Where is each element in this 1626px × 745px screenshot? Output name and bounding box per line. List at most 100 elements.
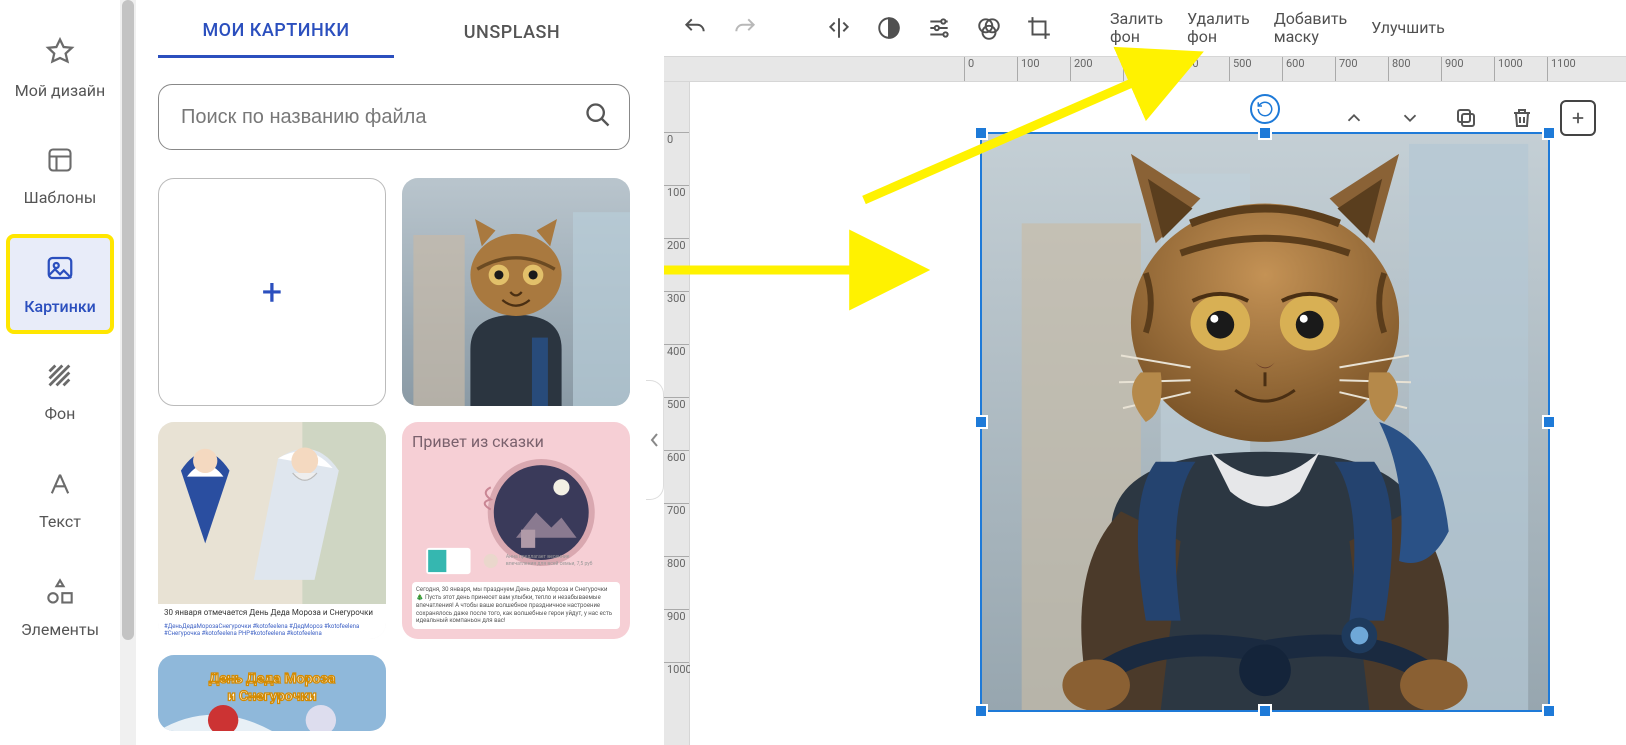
- delete-button[interactable]: [1504, 100, 1540, 136]
- tab-unsplash[interactable]: UNSPLASH: [394, 8, 630, 57]
- star-icon: [45, 37, 75, 71]
- canvas-area: Залить фон Удалить фон Добавить маску Ул…: [664, 0, 1626, 745]
- nav-templates[interactable]: Шаблоны: [6, 126, 114, 226]
- ruler-h-tick: 1100: [1547, 57, 1576, 81]
- ruler-v-tick: 800: [664, 556, 689, 570]
- nav-background-label: Фон: [45, 404, 76, 423]
- nav-my-design[interactable]: Мой дизайн: [6, 18, 114, 118]
- ruler-v-tick: 700: [664, 503, 689, 517]
- banner-text: День Деда Мороза: [209, 671, 336, 687]
- resize-handle-ml[interactable]: [974, 415, 988, 429]
- images-panel: МОИ КАРТИНКИ UNSPLASH +: [136, 0, 646, 745]
- ruler-v-tick: 100: [664, 185, 689, 199]
- thumb-grid: +: [158, 178, 630, 731]
- contrast-icon: [876, 15, 902, 41]
- ruler-h-tick: 100: [1017, 57, 1040, 81]
- enhance-button[interactable]: Улучшить: [1371, 19, 1445, 37]
- left-sidebar: Мой дизайн Шаблоны Картинки Фон Текст Эл…: [0, 0, 120, 745]
- plus-icon: +: [262, 271, 282, 313]
- selected-image[interactable]: [980, 132, 1550, 712]
- ruler-h-tick: 300: [1123, 57, 1146, 81]
- nav-background[interactable]: Фон: [6, 342, 114, 442]
- top-toolbar: Залить фон Удалить фон Добавить маску Ул…: [664, 0, 1626, 56]
- collapse-handle: [646, 0, 664, 745]
- fairy-caption: Сегодня, 30 января, мы празднуем День де…: [412, 582, 620, 629]
- ruler-h-tick: 700: [1335, 57, 1358, 81]
- thumb-cat[interactable]: [402, 178, 630, 406]
- add-mask-button[interactable]: Добавить маску: [1274, 10, 1347, 47]
- layer-down-button[interactable]: [1392, 100, 1428, 136]
- resize-handle-mr[interactable]: [1542, 415, 1556, 429]
- sliders-icon: [926, 15, 952, 41]
- nav-elements[interactable]: Элементы: [6, 558, 114, 658]
- fairy-title: Привет из сказки: [412, 432, 620, 451]
- thumb-winter-tags: #ДеньДедаМорозаСнегурочки #kotofeelena #…: [158, 621, 386, 639]
- images-tabs: МОИ КАРТИНКИ UNSPLASH: [158, 0, 630, 64]
- ruler-h-tick: 500: [1229, 57, 1252, 81]
- ruler-h-tick: 0: [964, 57, 974, 81]
- resize-handle-bm[interactable]: [1258, 704, 1272, 718]
- ruler-h-tick: 400: [1176, 57, 1199, 81]
- add-image-button[interactable]: +: [158, 178, 386, 406]
- ruler-h-tick: 900: [1441, 57, 1464, 81]
- ruler-h-tick: 600: [1282, 57, 1305, 81]
- thumb-fairy[interactable]: Привет из сказки Анна предлагает весенни…: [402, 422, 630, 639]
- collapse-button[interactable]: [646, 380, 664, 500]
- chevron-down-icon: [1399, 107, 1421, 129]
- nav-scrollbar[interactable]: [120, 0, 136, 745]
- rotate-handle[interactable]: [1250, 94, 1280, 124]
- nav-images[interactable]: Картинки: [6, 234, 114, 334]
- elements-icon: [46, 578, 74, 610]
- crop-button[interactable]: [1026, 15, 1052, 41]
- nav-templates-label: Шаблоны: [24, 188, 97, 207]
- adjust-button[interactable]: [926, 15, 952, 41]
- search-input[interactable]: [158, 84, 630, 150]
- floating-tools: [1336, 100, 1596, 136]
- svg-text:и Снегурочки: и Снегурочки: [228, 689, 317, 705]
- resize-handle-bl[interactable]: [974, 704, 988, 718]
- search-wrap: [158, 84, 630, 150]
- chevron-up-icon: [1343, 107, 1365, 129]
- ruler-h-tick: 200: [1070, 57, 1093, 81]
- thumb-banner[interactable]: День Деда Мороза и Снегурочки: [158, 655, 386, 731]
- resize-handle-tl[interactable]: [974, 126, 988, 140]
- ruler-horizontal: 0 100 200 300 400 500 600 700 800 900 10…: [664, 56, 1626, 82]
- nav-text[interactable]: Текст: [6, 450, 114, 550]
- plus-icon: [1569, 109, 1587, 127]
- undo-icon: [682, 15, 708, 41]
- nav-elements-label: Элементы: [21, 620, 99, 639]
- layer-up-button[interactable]: [1336, 100, 1372, 136]
- duplicate-button[interactable]: [1448, 100, 1484, 136]
- venn-icon: [976, 15, 1002, 41]
- background-icon: [46, 362, 74, 394]
- flip-button[interactable]: [826, 15, 852, 41]
- contrast-button[interactable]: [876, 15, 902, 41]
- nav-my-design-label: Мой дизайн: [15, 81, 105, 100]
- nav-scrollbar-thumb[interactable]: [122, 0, 134, 640]
- templates-icon: [46, 146, 74, 178]
- trash-icon: [1510, 106, 1534, 130]
- rotate-icon: [1256, 100, 1274, 118]
- chevron-left-icon: [650, 432, 660, 448]
- redo-button[interactable]: [732, 15, 758, 41]
- svg-text:впечатления для всей семьи, 7,: впечатления для всей семьи, 7,5 руб: [506, 560, 593, 567]
- ruler-v-tick: 400: [664, 344, 689, 358]
- ruler-v-tick: 1000: [664, 662, 689, 676]
- undo-button[interactable]: [682, 15, 708, 41]
- resize-handle-br[interactable]: [1542, 704, 1556, 718]
- flip-icon: [826, 15, 852, 41]
- color-button[interactable]: [976, 15, 1002, 41]
- tab-my-images[interactable]: МОИ КАРТИНКИ: [158, 6, 394, 58]
- images-icon: [45, 253, 75, 287]
- resize-handle-tm[interactable]: [1258, 126, 1272, 140]
- ruler-v-tick: 300: [664, 291, 689, 305]
- thumb-winter[interactable]: 30 января отмечается День Деда Мороза и …: [158, 422, 386, 639]
- workzone: 0 100 200 300 400 500 600 700 800 900 10…: [664, 82, 1626, 745]
- add-button[interactable]: [1560, 100, 1596, 136]
- search-icon[interactable]: [584, 101, 612, 133]
- resize-handle-tr[interactable]: [1542, 126, 1556, 140]
- ruler-v-tick: 900: [664, 609, 689, 623]
- canvas-pane[interactable]: [690, 82, 1626, 745]
- remove-bg-button[interactable]: Удалить фон: [1187, 10, 1250, 47]
- fill-bg-button[interactable]: Залить фон: [1110, 10, 1163, 47]
